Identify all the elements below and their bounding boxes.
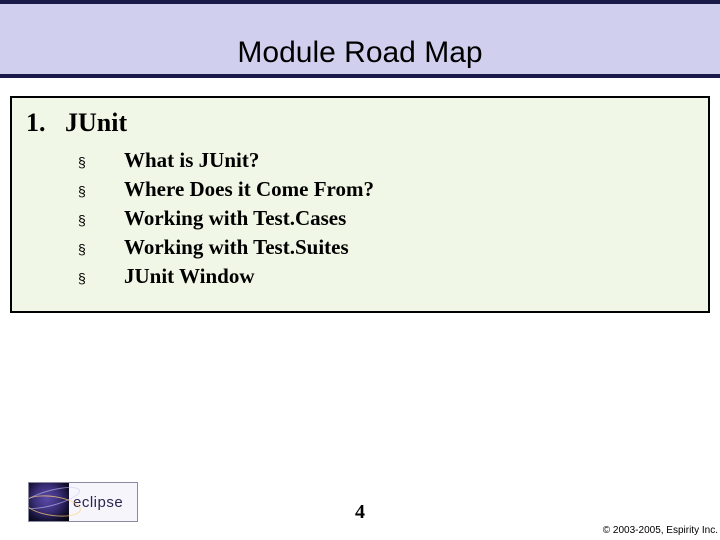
section-heading: 1. JUnit — [26, 108, 694, 138]
square-bullet-icon: § — [78, 154, 124, 170]
section-label: JUnit — [65, 108, 127, 137]
list-item: § Working with Test.Suites — [78, 235, 694, 260]
square-bullet-icon: § — [78, 183, 124, 199]
section-number: 1. — [26, 108, 46, 137]
square-bullet-icon: § — [78, 212, 124, 228]
title-band: Module Road Map — [0, 0, 720, 78]
list-item: § What is JUnit? — [78, 148, 694, 173]
page-number: 4 — [0, 501, 720, 524]
list-item: § JUnit Window — [78, 264, 694, 289]
list-item-text: Where Does it Come From? — [124, 177, 374, 202]
bullet-list: § What is JUnit? § Where Does it Come Fr… — [78, 148, 694, 289]
list-item-text: JUnit Window — [124, 264, 255, 289]
footer: eclipse 4 © 2003-2005, Espirity Inc. — [0, 470, 720, 526]
list-item-text: Working with Test.Cases — [124, 206, 346, 231]
square-bullet-icon: § — [78, 270, 124, 286]
list-item: § Working with Test.Cases — [78, 206, 694, 231]
list-item-text: Working with Test.Suites — [124, 235, 349, 260]
slide-title: Module Road Map — [0, 4, 720, 70]
square-bullet-icon: § — [78, 241, 124, 257]
list-item: § Where Does it Come From? — [78, 177, 694, 202]
copyright-text: © 2003-2005, Espirity Inc. — [603, 525, 718, 536]
list-item-text: What is JUnit? — [124, 148, 259, 173]
content-box: 1. JUnit § What is JUnit? § Where Does i… — [10, 96, 710, 313]
